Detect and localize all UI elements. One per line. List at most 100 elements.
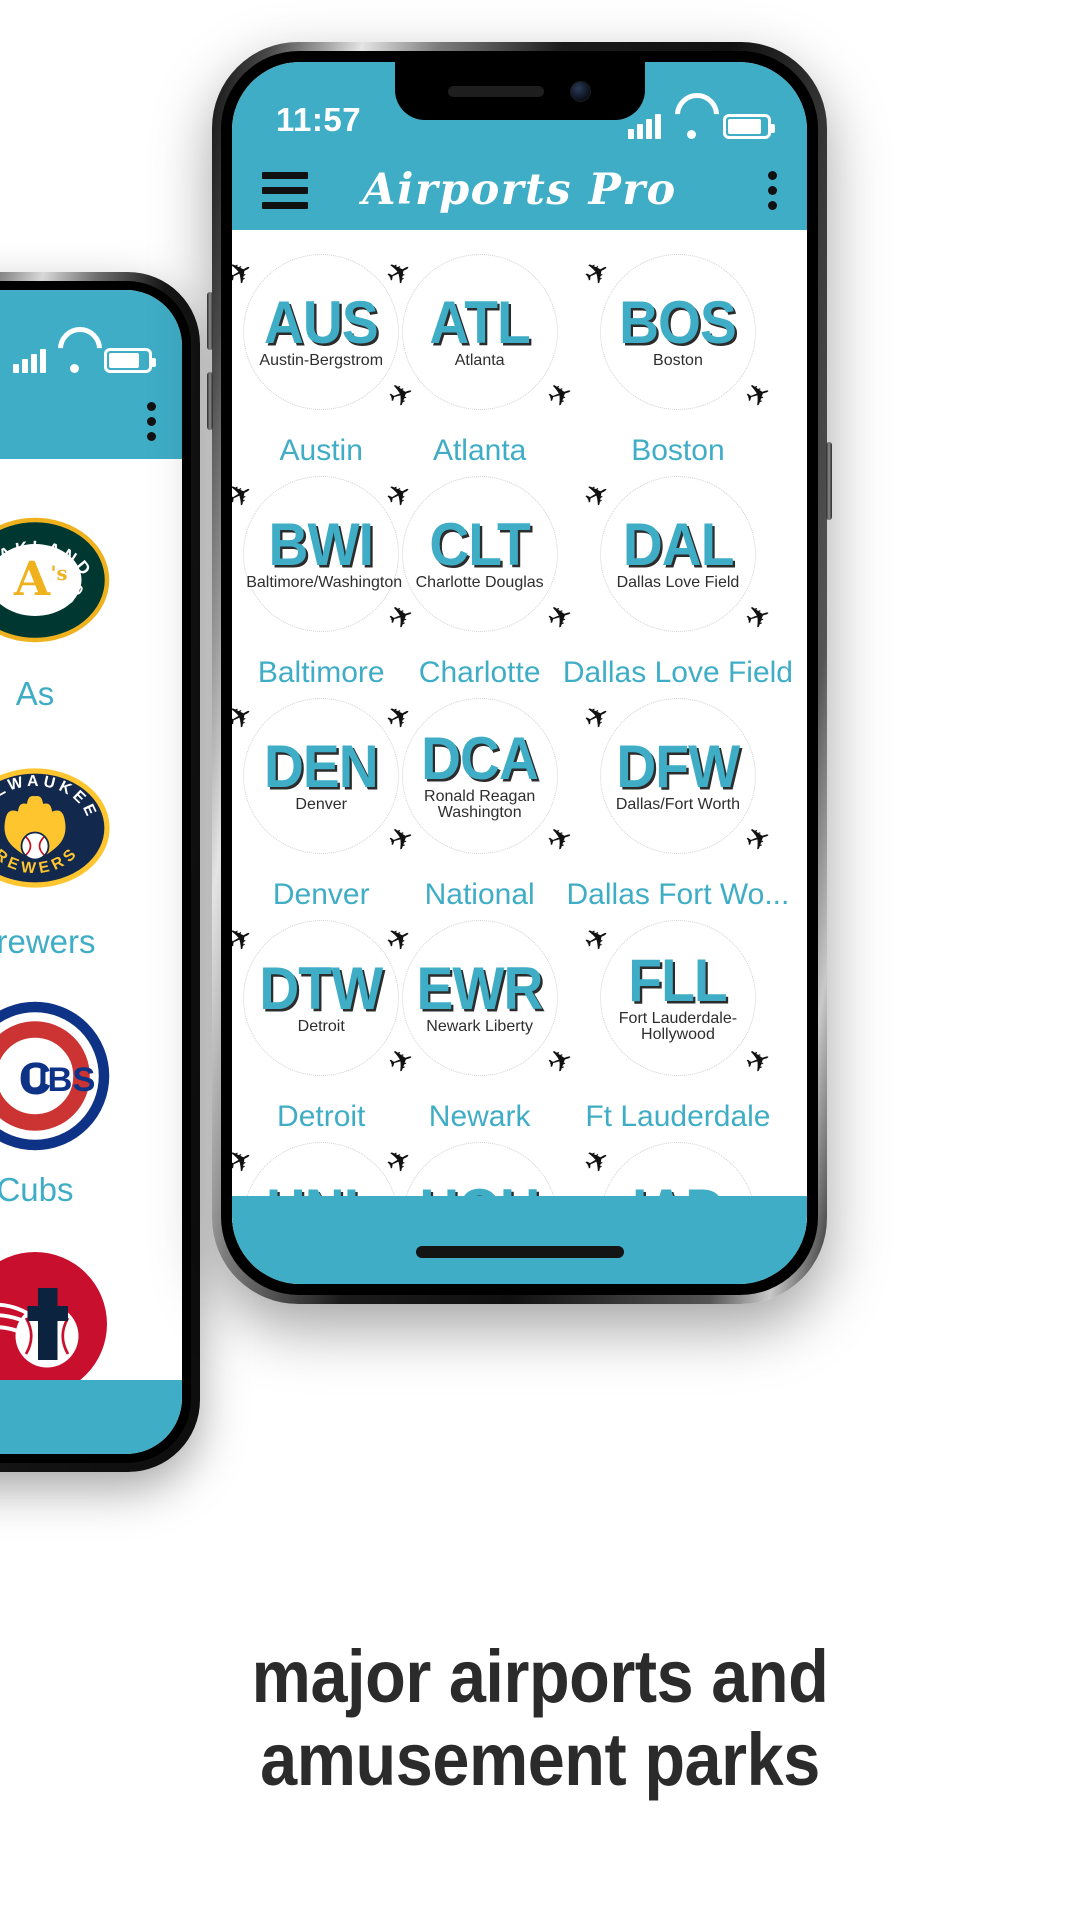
airport-tile-fll[interactable]: ✈ FLL Fort Lauderdale-Hollywood ✈ Ft Lau…: [559, 912, 797, 1134]
airplane-icon: ✈: [741, 1041, 776, 1082]
airport-code: DCA: [421, 724, 539, 792]
airplane-icon: ✈: [232, 475, 260, 517]
airport-city-label: Charlotte: [418, 656, 541, 689]
airport-code: DFW: [616, 732, 740, 800]
caption-line-1: major airports and: [251, 1635, 829, 1718]
airport-tile-ewr[interactable]: ✈ EWR Newark Liberty ✈ Newark: [380, 912, 577, 1134]
airport-code: DAL: [622, 510, 735, 578]
airport-tile-clt[interactable]: ✈ CLT Charlotte Douglas ✈ Charlotte: [380, 468, 577, 690]
airport-code: BWI: [268, 510, 374, 578]
list-item[interactable]: C UBS Cubs: [0, 987, 182, 1235]
airport-tile-aus[interactable]: ✈ AUS Austin-Bergstrom ✈ Austin: [232, 246, 419, 468]
earpiece-speaker: [448, 85, 544, 97]
milwaukee-brewers-logo: MILWAUKEE BREWERS: [0, 753, 110, 903]
list-item[interactable]: MILWAUKEE BREWERS Brewers: [0, 739, 182, 987]
volume-down-button[interactable]: [207, 372, 213, 430]
status-icons: [628, 113, 775, 139]
airport-tile-dtw[interactable]: ✈ DTW Detroit ✈ Detroit: [232, 912, 419, 1134]
airplane-icon: ✈: [578, 475, 617, 517]
airport-city-label: Ft Lauderdale: [585, 1100, 771, 1133]
airport-tile-dfw[interactable]: ✈ DFW Dallas/Fort Worth ✈ Dallas Fort Wo…: [559, 690, 797, 912]
airport-tile-dal[interactable]: ✈ DAL Dallas Love Field ✈ Dallas Love Fi…: [559, 468, 797, 690]
secondary-phone-screen: o A 's OAKLAND: [0, 290, 182, 1454]
airport-city-label: Detroit: [277, 1100, 366, 1133]
airplane-icon: ✈: [232, 253, 260, 295]
secondary-app-bar: o: [0, 383, 182, 459]
airport-city-label: Newark: [428, 1100, 531, 1133]
airplane-icon: ✈: [578, 919, 617, 961]
secondary-phone-mockup: o A 's OAKLAND: [0, 272, 200, 1472]
airport-badge: ✈ DAL Dallas Love Field ✈: [578, 475, 775, 637]
airplane-icon: ✈: [232, 1141, 260, 1183]
airport-subtitle: Ronald Reagan Washington: [424, 787, 536, 822]
front-camera-icon: [570, 80, 591, 102]
kebab-menu-icon[interactable]: [147, 401, 156, 441]
wifi-icon: [675, 113, 709, 139]
airport-badge: ✈ DTW Detroit ✈: [232, 919, 419, 1081]
secondary-bottom-bar: [0, 1380, 182, 1454]
power-button[interactable]: [826, 442, 832, 520]
list-item-label: Cubs: [0, 1171, 74, 1208]
marketing-caption: major airports and amusement parks: [54, 1635, 1026, 1802]
airport-city-label: Dallas Fort Wo...: [566, 878, 790, 911]
airport-city-label: Atlanta: [432, 434, 527, 467]
cleveland-guardians-logo: [0, 1249, 110, 1399]
kebab-menu-icon[interactable]: [768, 170, 777, 210]
list-item-label: Brewers: [0, 923, 96, 960]
airport-code: CLT: [429, 510, 530, 578]
airport-city-label: Boston: [631, 434, 725, 467]
airport-code: DTW: [259, 954, 384, 1022]
primary-phone-mockup: 11:57 Airports Pro ✈ AUS Austin-Bergstro…: [207, 42, 832, 1304]
phone-notch: [394, 62, 645, 120]
airport-badge: ✈ DEN Denver ✈: [232, 697, 419, 859]
airplane-icon: ✈: [578, 1141, 617, 1183]
airport-city-label: Austin: [279, 434, 363, 467]
battery-icon: [723, 114, 775, 139]
airport-code: EWR: [416, 954, 544, 1022]
airplane-icon: ✈: [741, 819, 776, 860]
airport-tile-bwi[interactable]: ✈ BWI Baltimore/Washington ✈ Baltimore: [232, 468, 419, 690]
secondary-phone-bezel: o A 's OAKLAND: [0, 281, 191, 1463]
svg-text:'s: 's: [51, 562, 68, 585]
wifi-icon: [58, 347, 92, 373]
airport-badge: ✈ DFW Dallas/Fort Worth ✈: [578, 697, 775, 859]
airport-tile-atl[interactable]: ✈ ATL Atlanta ✈ Atlanta: [380, 246, 577, 468]
list-item[interactable]: A 's OAKLAND ATHLETICS As: [0, 491, 182, 739]
team-list[interactable]: A 's OAKLAND ATHLETICS As: [0, 459, 182, 1454]
airplane-icon: ✈: [232, 697, 260, 739]
airport-grid: ✈ AUS Austin-Bergstrom ✈ Austin ✈ ATL At…: [232, 230, 807, 1236]
airplane-icon: ✈: [741, 597, 776, 638]
airplane-icon: ✈: [741, 375, 776, 416]
airport-code: AUS: [264, 288, 379, 356]
airport-badge: ✈ AUS Austin-Bergstrom ✈: [232, 253, 419, 415]
airport-badge: ✈ ATL Atlanta ✈: [380, 253, 577, 415]
airport-code: BOS: [619, 288, 738, 356]
airport-subtitle: Fort Lauderdale-Hollywood: [618, 1009, 738, 1044]
secondary-status-bar: [0, 290, 182, 383]
airplane-icon: ✈: [578, 697, 617, 739]
volume-up-button[interactable]: [207, 292, 213, 350]
airport-tile-bos[interactable]: ✈ BOS Boston ✈ Boston: [559, 246, 797, 468]
primary-phone-screen: 11:57 Airports Pro ✈ AUS Austin-Bergstro…: [232, 62, 807, 1284]
hamburger-menu-icon[interactable]: [262, 171, 308, 209]
svg-text:A: A: [13, 551, 51, 606]
airport-tile-dca[interactable]: ✈ DCA Ronald Reagan Washington ✈ Nationa…: [380, 690, 577, 912]
airplane-icon: ✈: [578, 253, 617, 295]
airport-city-label: National: [424, 878, 535, 911]
cellular-signal-icon: [628, 113, 661, 139]
airplane-icon: ✈: [232, 919, 260, 961]
airport-code: FLL: [628, 946, 728, 1014]
status-clock: 11:57: [276, 101, 362, 138]
list-item-label: As: [15, 675, 55, 712]
caption-line-2: amusement parks: [260, 1717, 820, 1801]
page-title: Airports Pro: [362, 165, 677, 215]
airport-badge: ✈ BWI Baltimore/Washington ✈: [232, 475, 419, 637]
airport-tile-den[interactable]: ✈ DEN Denver ✈ Denver: [232, 690, 419, 912]
airport-badge: ✈ BOS Boston ✈: [578, 253, 775, 415]
home-indicator[interactable]: [415, 1246, 624, 1258]
chicago-cubs-logo: C UBS: [0, 1001, 110, 1151]
cellular-signal-icon: [13, 347, 46, 373]
airport-code: DEN: [264, 732, 379, 800]
primary-phone-bezel: 11:57 Airports Pro ✈ AUS Austin-Bergstro…: [221, 51, 818, 1295]
airport-grid-scroll[interactable]: ✈ AUS Austin-Bergstrom ✈ Austin ✈ ATL At…: [232, 230, 807, 1236]
